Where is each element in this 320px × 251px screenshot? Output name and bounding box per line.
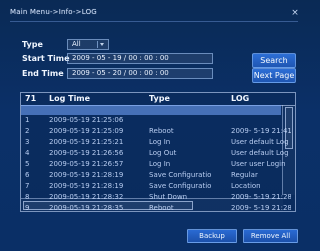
row-number: 1 <box>25 116 30 124</box>
row-log-time: 2009-05-19 21:28:19 <box>49 171 124 179</box>
next-page-button[interactable]: Next Page <box>252 68 296 83</box>
table-row[interactable]: 4 2009-05-19 21:26:56 Log Out User defau… <box>21 148 289 159</box>
row-type: Reboot <box>149 127 174 135</box>
row-type: Log In <box>149 160 171 168</box>
row-type: Log In <box>149 138 171 146</box>
window-title: Main Menu->Info->LOG <box>10 8 97 16</box>
table-row[interactable]: 5 2009-05-19 21:26:57 Log In User user L… <box>21 159 286 170</box>
selected-row-highlight <box>21 105 281 115</box>
start-time-field[interactable]: 2009 - 05 - 19 / 00 : 00 : 00 <box>67 53 213 64</box>
table-row[interactable]: 7 2009-05-19 21:28:19 Save Configuratio … <box>21 181 281 192</box>
vertical-scroll-thumb[interactable] <box>285 107 293 149</box>
vertical-scrollbar[interactable] <box>282 105 295 195</box>
horizontal-scrollbar[interactable] <box>21 198 283 211</box>
close-icon[interactable]: × <box>290 8 300 18</box>
row-number: 6 <box>25 171 30 179</box>
row-type: Save Configuratio <box>149 182 212 190</box>
row-log-time: 2009-05-19 21:28:19 <box>49 182 124 190</box>
start-time-label: Start Time <box>22 54 70 63</box>
type-select[interactable]: All <box>67 39 109 50</box>
row-log-time: 2009-05-19 21:25:09 <box>49 127 124 135</box>
title-divider <box>10 21 298 22</box>
end-time-label: End Time <box>22 69 64 78</box>
row-log-time: 2009-05-19 21:25:06 <box>49 116 124 124</box>
table-row[interactable]: 2 2009-05-19 21:25:09 Reboot 2009- 5-19 … <box>21 126 291 137</box>
header-type: Type <box>149 94 170 103</box>
log-table: 71 Log Time Type LOG 1 2009-05-19 21:25:… <box>20 92 296 212</box>
end-time-field[interactable]: 2009 - 05 - 20 / 00 : 00 : 00 <box>67 68 213 79</box>
table-row[interactable]: 3 2009-05-19 21:25:21 Log In User defaul… <box>21 137 289 148</box>
row-number: 5 <box>25 160 30 168</box>
type-value: All <box>72 40 81 48</box>
search-button[interactable]: Search <box>252 53 296 68</box>
row-number: 3 <box>25 138 30 146</box>
row-log-time: 2009-05-19 21:25:21 <box>49 138 124 146</box>
header-count: 71 <box>25 94 37 103</box>
header-log: LOG <box>231 94 250 103</box>
table-row[interactable]: 6 2009-05-19 21:28:19 Save Configuratio … <box>21 170 281 181</box>
remove-all-button[interactable]: Remove All <box>243 229 298 243</box>
type-label: Type <box>22 40 43 49</box>
row-log-time: 2009-05-19 21:26:57 <box>49 160 124 168</box>
chevron-down-icon[interactable] <box>97 41 106 48</box>
horizontal-scroll-thumb[interactable] <box>23 201 193 210</box>
row-log-time: 2009-05-19 21:26:56 <box>49 149 124 157</box>
row-number: 7 <box>25 182 30 190</box>
row-type: Log Out <box>149 149 177 157</box>
row-number: 4 <box>25 149 30 157</box>
row-number: 2 <box>25 127 30 135</box>
table-row[interactable]: 1 2009-05-19 21:25:06 <box>21 115 281 126</box>
row-type: Save Configuratio <box>149 171 212 179</box>
backup-button[interactable]: Backup <box>187 229 237 243</box>
header-log-time: Log Time <box>49 94 91 103</box>
